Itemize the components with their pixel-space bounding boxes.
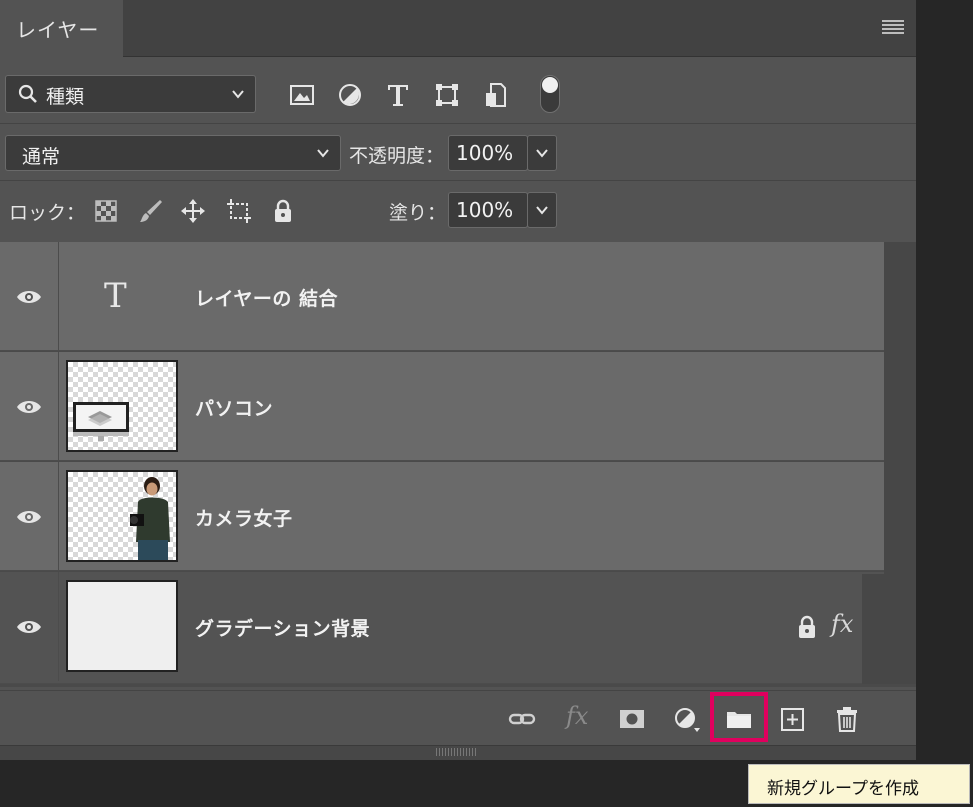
layer-thumbnail	[66, 580, 178, 672]
chevron-down-icon	[317, 149, 329, 158]
fill-dropdown-button[interactable]	[527, 192, 557, 228]
visibility-eye-icon[interactable]	[16, 289, 42, 305]
new-layer-icon[interactable]	[779, 706, 807, 732]
opacity-label: 不透明度：	[349, 145, 445, 167]
new-group-tooltip: 新規グループを作成	[748, 764, 970, 804]
layer-thumbnail	[66, 470, 178, 562]
panel-menu-icon[interactable]	[882, 20, 904, 36]
layer-name[interactable]: レイヤーの 結合	[195, 284, 338, 311]
chevron-down-icon	[232, 90, 244, 99]
filter-pixel-layer-icon[interactable]	[289, 82, 315, 108]
layer-row-text[interactable]: T レイヤーの 結合	[0, 242, 884, 351]
filter-type-layer-icon[interactable]	[385, 82, 411, 108]
visibility-eye-icon[interactable]	[16, 509, 42, 525]
lock-image-pixels-brush-icon[interactable]	[138, 198, 164, 224]
layer-name[interactable]: カメラ女子	[195, 504, 293, 531]
link-layers-icon[interactable]	[508, 706, 536, 732]
row-separator	[58, 352, 59, 461]
blend-mode-value: 通常	[22, 146, 61, 168]
new-fill-adjustment-layer-icon[interactable]	[672, 706, 700, 732]
chevron-down-icon	[536, 149, 548, 158]
row-separator	[58, 242, 59, 351]
lock-all-icon[interactable]	[270, 198, 296, 224]
chevron-down-icon	[536, 206, 548, 215]
fill-input[interactable]: 100%	[448, 192, 528, 228]
filter-kind-dropdown[interactable]: 種類	[5, 75, 256, 113]
layer-lock-icon	[799, 615, 815, 638]
blend-mode-dropdown[interactable]: 通常	[5, 135, 341, 171]
visibility-eye-icon[interactable]	[16, 619, 42, 635]
resize-grip-icon[interactable]	[436, 748, 476, 756]
layers-scroll-track[interactable]	[884, 242, 916, 684]
filter-adjustment-layer-icon[interactable]	[337, 82, 363, 108]
filter-shape-layer-icon[interactable]	[434, 82, 460, 108]
workspace-background	[916, 0, 973, 807]
woman-with-camera-thumbnail-icon	[130, 477, 170, 560]
computer-thumbnail-icon	[73, 402, 129, 441]
layers-scroll-thumb[interactable]	[862, 574, 884, 684]
row-separator	[58, 462, 59, 571]
delete-layer-trash-icon[interactable]	[833, 706, 861, 732]
fill-label: 塗り：	[389, 202, 447, 224]
panel-tab-bar: レイヤー	[0, 0, 916, 57]
lock-transparent-pixels-icon[interactable]	[93, 198, 119, 224]
new-group-button-highlight	[710, 692, 768, 742]
layer-name[interactable]: パソコン	[195, 394, 273, 421]
lock-artboard-icon[interactable]	[226, 198, 252, 224]
visibility-eye-icon[interactable]	[16, 399, 42, 415]
layer-name[interactable]: グラデーション背景	[195, 614, 370, 641]
layer-row-gradient-background[interactable]: グラデーション背景 fx	[0, 572, 884, 684]
toggle-knob	[542, 77, 558, 93]
lock-position-move-icon[interactable]	[180, 198, 206, 224]
layer-thumbnail	[66, 360, 178, 452]
filter-toggle-switch[interactable]	[540, 75, 560, 113]
row-separator	[58, 572, 59, 681]
lock-label: ロック：	[9, 202, 86, 224]
filter-kind-label: 種類	[46, 86, 85, 108]
add-layer-mask-icon[interactable]	[618, 706, 646, 732]
opacity-dropdown-button[interactable]	[527, 135, 557, 171]
add-layer-style-fx-icon[interactable]: fx	[566, 702, 588, 730]
tab-layers[interactable]: レイヤー	[0, 0, 123, 57]
filter-smart-object-icon[interactable]	[483, 82, 509, 108]
search-icon	[18, 84, 37, 103]
opacity-input[interactable]: 100%	[448, 135, 528, 171]
layer-row-camera-woman[interactable]: カメラ女子	[0, 462, 884, 571]
text-layer-type-icon: T	[104, 276, 127, 316]
layer-effects-fx-icon[interactable]: fx	[831, 610, 853, 638]
layer-row-pc[interactable]: パソコン	[0, 352, 884, 461]
